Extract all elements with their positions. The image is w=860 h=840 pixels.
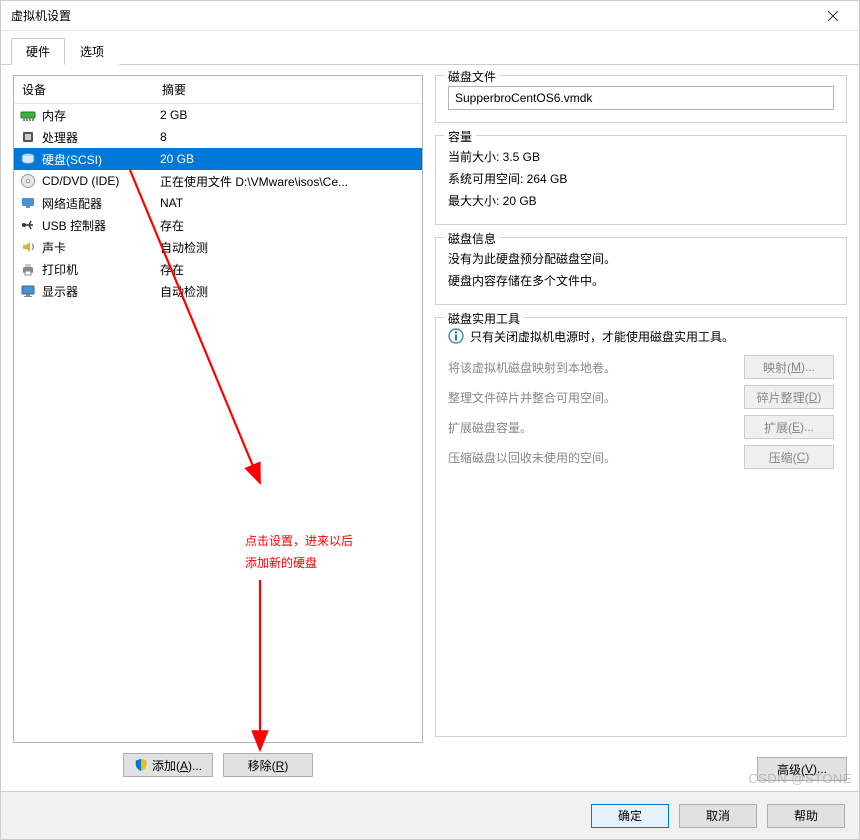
device-row-cd[interactable]: CD/DVD (IDE)正在使用文件 D:\VMware\isos\Ce... xyxy=(14,170,422,192)
device-summary: 自动检测 xyxy=(160,239,416,256)
cpu-icon xyxy=(20,129,36,145)
group-disk-file: 磁盘文件 SupperbroCentOS6.vmdk xyxy=(435,75,847,123)
defrag-desc: 整理文件碎片并整合可用空间。 xyxy=(448,389,732,406)
printer-icon xyxy=(20,261,36,277)
titlebar: 虚拟机设置 xyxy=(1,1,859,31)
group-title-disk-info: 磁盘信息 xyxy=(444,230,500,247)
disk-info-line1: 没有为此硬盘预分配磁盘空间。 xyxy=(448,248,834,270)
close-icon xyxy=(828,11,838,21)
capacity-max: 最大大小: 20 GB xyxy=(448,190,834,212)
capacity-current: 当前大小: 3.5 GB xyxy=(448,146,834,168)
device-summary: NAT xyxy=(160,196,416,210)
right-pane: 磁盘文件 SupperbroCentOS6.vmdk 容量 当前大小: 3.5 … xyxy=(435,75,847,781)
advanced-button[interactable]: 高级(V)... xyxy=(757,757,847,781)
device-row-memory[interactable]: 内存2 GB xyxy=(14,104,422,126)
group-capacity: 容量 当前大小: 3.5 GB 系统可用空间: 264 GB 最大大小: 20 … xyxy=(435,135,847,225)
device-row-net[interactable]: 网络适配器NAT xyxy=(14,192,422,214)
group-disk-info: 磁盘信息 没有为此硬盘预分配磁盘空间。 硬盘内容存储在多个文件中。 xyxy=(435,237,847,305)
device-label: 处理器 xyxy=(42,129,160,146)
add-button[interactable]: 添加(A)... xyxy=(123,753,213,777)
device-row-disk[interactable]: 硬盘(SCSI)20 GB xyxy=(14,148,422,170)
net-icon xyxy=(20,195,36,211)
tool-row-defrag: 整理文件碎片并整合可用空间。 碎片整理(D) xyxy=(448,385,834,409)
left-button-row: 添加(A)... 移除(R) xyxy=(13,743,423,781)
device-label: 硬盘(SCSI) xyxy=(42,151,160,168)
cancel-button[interactable]: 取消 xyxy=(679,804,757,828)
compact-desc: 压缩磁盘以回收未使用的空间。 xyxy=(448,449,732,466)
device-label: USB 控制器 xyxy=(42,217,160,234)
device-row-display[interactable]: 显示器自动检测 xyxy=(14,280,422,302)
group-title-capacity: 容量 xyxy=(444,128,476,145)
tab-hardware[interactable]: 硬件 xyxy=(11,38,65,65)
tool-row-compact: 压缩磁盘以回收未使用的空间。 压缩(C) xyxy=(448,445,834,469)
memory-icon xyxy=(20,107,36,123)
device-summary: 正在使用文件 D:\VMware\isos\Ce... xyxy=(160,173,416,190)
advanced-row: 高级(V)... xyxy=(435,757,847,781)
cd-icon xyxy=(20,173,36,189)
uac-shield-icon xyxy=(134,758,148,772)
device-row-usb[interactable]: USB 控制器存在 xyxy=(14,214,422,236)
device-summary: 存在 xyxy=(160,261,416,278)
list-header: 设备 摘要 xyxy=(14,76,422,104)
add-button-label: 添加(A)... xyxy=(152,757,202,774)
device-row-cpu[interactable]: 处理器8 xyxy=(14,126,422,148)
disk-icon xyxy=(20,151,36,167)
group-title-disk-file: 磁盘文件 xyxy=(444,68,500,85)
device-row-sound[interactable]: 声卡自动检测 xyxy=(14,236,422,258)
content-area: 设备 摘要 内存2 GB处理器8硬盘(SCSI)20 GBCD/DVD (IDE… xyxy=(1,65,859,791)
disk-info-line2: 硬盘内容存储在多个文件中。 xyxy=(448,270,834,292)
help-button[interactable]: 帮助 xyxy=(767,804,845,828)
device-label: 显示器 xyxy=(42,283,160,300)
group-disk-util: 磁盘实用工具 只有关闭虚拟机电源时，才能使用磁盘实用工具。 将该虚拟机磁盘映射到… xyxy=(435,317,847,737)
disk-util-notice-text: 只有关闭虚拟机电源时，才能使用磁盘实用工具。 xyxy=(470,328,734,345)
close-button[interactable] xyxy=(813,2,853,30)
device-summary: 自动检测 xyxy=(160,283,416,300)
ok-button[interactable]: 确定 xyxy=(591,804,669,828)
info-icon xyxy=(448,328,464,344)
capacity-sys-free: 系统可用空间: 264 GB xyxy=(448,168,834,190)
device-summary: 20 GB xyxy=(160,152,416,166)
device-label: 内存 xyxy=(42,107,160,124)
group-title-disk-util: 磁盘实用工具 xyxy=(444,310,524,327)
device-label: 声卡 xyxy=(42,239,160,256)
disk-util-notice: 只有关闭虚拟机电源时，才能使用磁盘实用工具。 xyxy=(448,328,834,345)
expand-button[interactable]: 扩展(E)... xyxy=(744,415,834,439)
expand-desc: 扩展磁盘容量。 xyxy=(448,419,732,436)
disk-file-field[interactable]: SupperbroCentOS6.vmdk xyxy=(448,86,834,110)
list-body: 内存2 GB处理器8硬盘(SCSI)20 GBCD/DVD (IDE)正在使用文… xyxy=(14,104,422,302)
map-button[interactable]: 映射(M)... xyxy=(744,355,834,379)
col-header-device[interactable]: 设备 xyxy=(14,76,154,103)
map-desc: 将该虚拟机磁盘映射到本地卷。 xyxy=(448,359,732,376)
device-row-printer[interactable]: 打印机存在 xyxy=(14,258,422,280)
tab-bar: 硬件 选项 xyxy=(1,31,859,65)
defrag-button[interactable]: 碎片整理(D) xyxy=(744,385,834,409)
device-label: CD/DVD (IDE) xyxy=(42,174,160,188)
device-label: 网络适配器 xyxy=(42,195,160,212)
sound-icon xyxy=(20,239,36,255)
device-summary: 存在 xyxy=(160,217,416,234)
left-pane: 设备 摘要 内存2 GB处理器8硬盘(SCSI)20 GBCD/DVD (IDE… xyxy=(13,75,423,781)
device-summary: 8 xyxy=(160,130,416,144)
remove-button-label: 移除(R) xyxy=(248,757,289,774)
usb-icon xyxy=(20,217,36,233)
remove-button[interactable]: 移除(R) xyxy=(223,753,313,777)
compact-button[interactable]: 压缩(C) xyxy=(744,445,834,469)
col-header-summary[interactable]: 摘要 xyxy=(154,76,422,103)
device-summary: 2 GB xyxy=(160,108,416,122)
display-icon xyxy=(20,283,36,299)
device-label: 打印机 xyxy=(42,261,160,278)
dialog-button-bar: 确定 取消 帮助 xyxy=(1,791,859,839)
vm-settings-dialog: 虚拟机设置 硬件 选项 设备 摘要 内存2 GB处理器8硬盘(SCSI)20 G… xyxy=(0,0,860,840)
tool-row-expand: 扩展磁盘容量。 扩展(E)... xyxy=(448,415,834,439)
tab-options[interactable]: 选项 xyxy=(65,38,119,65)
device-list: 设备 摘要 内存2 GB处理器8硬盘(SCSI)20 GBCD/DVD (IDE… xyxy=(13,75,423,743)
window-title: 虚拟机设置 xyxy=(11,7,71,24)
tool-row-map: 将该虚拟机磁盘映射到本地卷。 映射(M)... xyxy=(448,355,834,379)
